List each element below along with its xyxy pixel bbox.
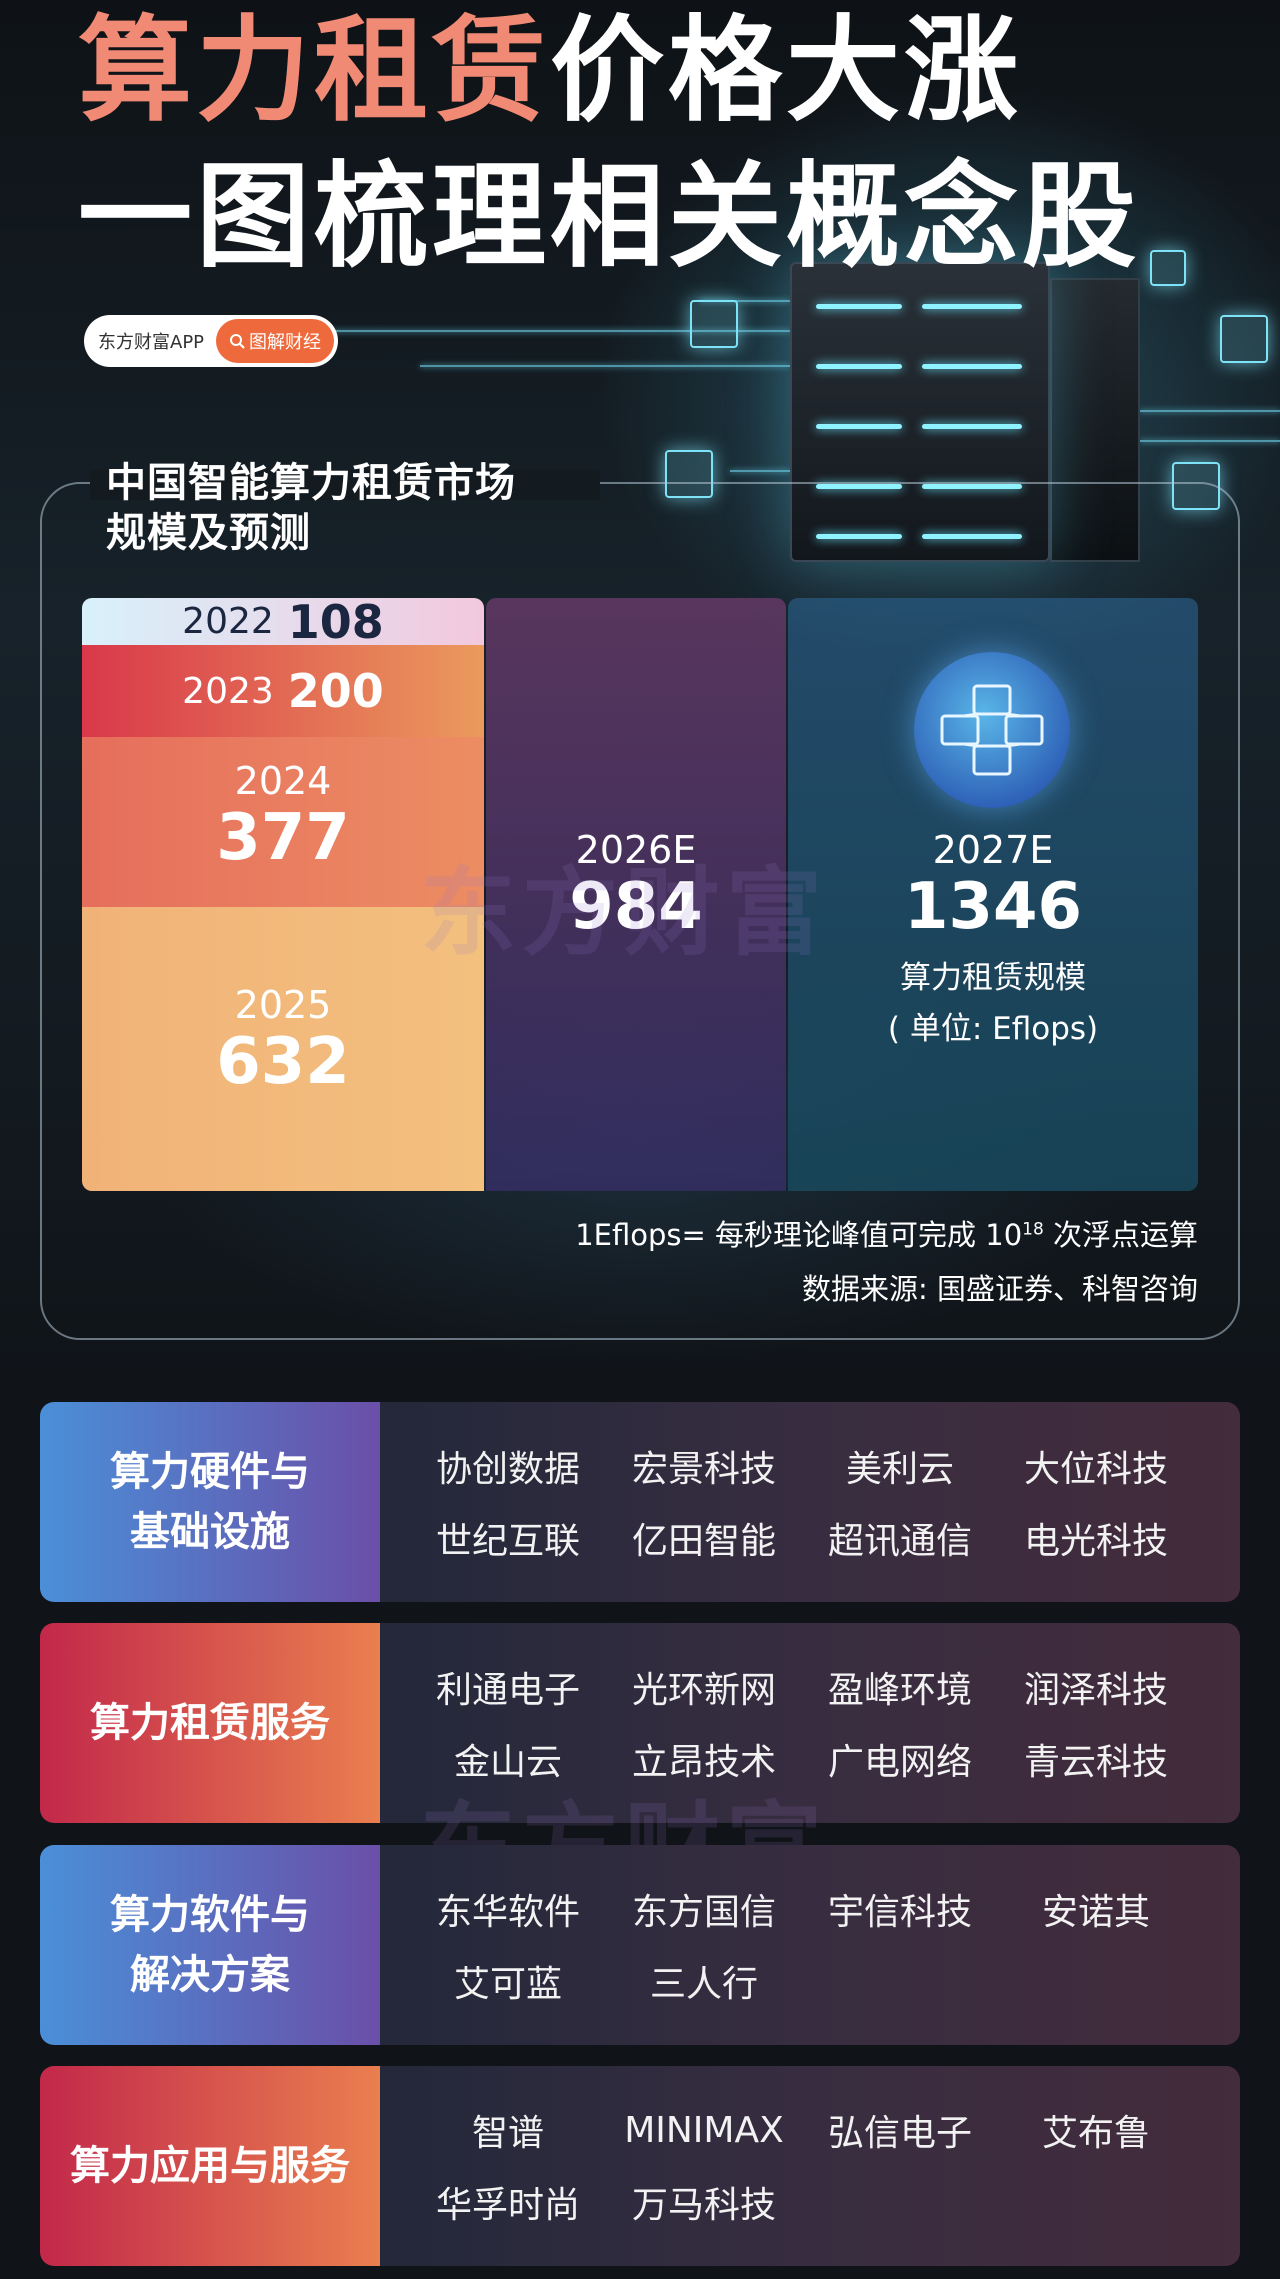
category-row: 算力应用与服务 智谱 MINIMAX 弘信电子 艾布鲁 华孚时尚 万马科技 (40, 2066, 1240, 2266)
company-name: 宇信科技 (827, 1892, 972, 1933)
company-name: 广电网络 (827, 1742, 972, 1783)
category-label-line: 算力应用与服务 (70, 2143, 350, 2189)
company-name: 华孚时尚 (435, 2185, 580, 2226)
circuit-line (420, 365, 790, 367)
rack-light (922, 364, 1022, 369)
circuit-line (1140, 440, 1280, 442)
bar-value-label: 200 (287, 664, 384, 718)
bar-2023: 2023 200 (82, 645, 484, 737)
bar-value-label: 108 (287, 594, 384, 649)
category-row: 算力硬件与基础设施 协创数据 宏景科技 美利云 大位科技 世纪互联 亿田智能 超… (40, 1402, 1240, 1602)
company-name: 利通电子 (435, 1670, 580, 1711)
company-list: 智谱 MINIMAX 弘信电子 艾布鲁 华孚时尚 万马科技 (380, 2066, 1240, 2266)
circuit-line (730, 470, 790, 472)
category-row: 算力租赁服务 利通电子 光环新网 盈峰环境 润泽科技 金山云 立昂技术 广电网络… (40, 1623, 1240, 1823)
bar-year-label: 2024 (234, 759, 332, 803)
category-label: 算力硬件与 基础设施 (40, 1402, 380, 1602)
category-label-line: 算力软件与 (110, 1892, 310, 1938)
data-cube-icon (690, 300, 738, 348)
headline-line-2: 一图梳理相关概念股 (78, 150, 1141, 283)
footnote-exponent: 18 (1022, 1219, 1044, 1240)
company-name: 万马科技 (631, 2185, 776, 2226)
series-label: 算力租赁规模 (900, 960, 1086, 997)
company-name: 协创数据 (435, 1449, 580, 1490)
company-name: 亿田智能 (631, 1521, 776, 1562)
data-cube-icon (1220, 315, 1268, 363)
headline-line-1: 算力租赁价格大涨 (78, 14, 1022, 128)
company-list: 协创数据 宏景科技 美利云 大位科技 世纪互联 亿田智能 超讯通信 电光科技 (380, 1402, 1240, 1602)
bar-year-label: 2025 (234, 983, 332, 1027)
rack-light (816, 364, 902, 369)
headline-rest: 价格大涨 (550, 4, 1023, 137)
company-name: 立昂技术 (631, 1742, 776, 1783)
brand-pill: 东方财富APP 图解财经 (84, 315, 338, 367)
company-list: 利通电子 光环新网 盈峰环境 润泽科技 金山云 立昂技术 广电网络 青云科技 (380, 1623, 1240, 1823)
headline-accent: 算力租赁 (78, 4, 551, 137)
bar-value-label: 377 (216, 801, 350, 875)
company-name: 艾可蓝 (453, 1964, 562, 2005)
search-icon (230, 334, 245, 349)
bar-value-label: 984 (569, 870, 703, 944)
company-name: 超讯通信 (827, 1521, 972, 1562)
chart-title-line-2: 规模及预测 (106, 509, 311, 556)
company-name: 弘信电子 (827, 2113, 972, 2154)
company-name: 宏景科技 (631, 1449, 776, 1490)
brand-tag-button[interactable]: 图解财经 (216, 319, 334, 363)
unit-label: ( 单位: Eflops) (887, 1011, 1099, 1048)
rack-light (922, 304, 1022, 309)
company-name: 美利云 (845, 1449, 954, 1490)
category-row: 算力软件与解决方案 东华软件 东方国信 宇信科技 安诺其 艾可蓝 三人行 (40, 1845, 1240, 2045)
category-label-line: 算力租赁服务 (90, 1700, 330, 1746)
brand-tag-label: 图解财经 (249, 332, 321, 353)
company-name: 电光科技 (1023, 1521, 1168, 1562)
bar-year-label: 2022 (182, 601, 274, 642)
company-name: 光环新网 (631, 1670, 776, 1711)
chip-network-icon (914, 652, 1070, 808)
company-name: 安诺其 (1041, 1892, 1150, 1933)
chart-footnote: 1Eflops= 每秒理论峰值可完成 1018 次浮点运算 (575, 1212, 1198, 1254)
category-label: 算力应用与服务 (40, 2066, 380, 2266)
chart-title: 中国智能算力租赁市场 规模及预测 (106, 458, 516, 558)
company-list: 东华软件 东方国信 宇信科技 安诺其 艾可蓝 三人行 (380, 1845, 1240, 2045)
company-name: 三人行 (649, 1964, 758, 2005)
data-cube-icon (1150, 250, 1186, 286)
bar-value-label: 1346 (903, 870, 1083, 944)
category-label: 算力软件与 解决方案 (40, 1845, 380, 2045)
company-name: 东华软件 (435, 1892, 580, 1933)
bar-2027e: 2027E 1346 算力租赁规模 ( 单位: Eflops) (788, 598, 1198, 1191)
company-name: 世纪互联 (435, 1521, 580, 1562)
category-label-line: 基础设施 (130, 1509, 290, 1555)
category-label: 算力租赁服务 (40, 1623, 380, 1823)
company-name: MINIMAX (624, 2109, 784, 2151)
company-name: 盈峰环境 (827, 1670, 972, 1711)
chart-source: 数据来源: 国盛证券、科智咨询 (802, 1272, 1198, 1306)
company-name: 艾布鲁 (1041, 2113, 1150, 2154)
circuit-line (1140, 410, 1280, 412)
company-name: 青云科技 (1023, 1742, 1168, 1783)
company-name: 润泽科技 (1023, 1670, 1168, 1711)
rack-light (816, 424, 902, 429)
bar-2026e: 2026E 984 (486, 598, 786, 1191)
bar-value-label: 632 (216, 1025, 350, 1099)
bar-year-label: 2023 (182, 670, 274, 712)
category-label-line: 算力硬件与 (110, 1449, 310, 1495)
company-name: 金山云 (453, 1742, 562, 1783)
company-name: 智谱 (471, 2113, 544, 2154)
footnote-prefix: 1Eflops= 每秒理论峰值可完成 10 (575, 1218, 1023, 1252)
rack-light (816, 304, 902, 309)
app-name: 东方财富APP (98, 332, 205, 353)
rack-light (922, 424, 1022, 429)
company-name: 东方国信 (631, 1892, 776, 1933)
footnote-suffix: 次浮点运算 (1043, 1218, 1198, 1252)
bar-2022: 2022 108 (82, 595, 484, 649)
company-name: 大位科技 (1023, 1449, 1168, 1490)
bar-year-label: 2026E (575, 828, 697, 872)
bar-2024: 2024 377 (82, 737, 484, 907)
bar-year-label: 2027E (932, 828, 1054, 872)
category-label-line: 解决方案 (130, 1952, 290, 1998)
chart-title-line-1: 中国智能算力租赁市场 (106, 459, 516, 506)
bar-2025: 2025 632 (82, 907, 484, 1191)
